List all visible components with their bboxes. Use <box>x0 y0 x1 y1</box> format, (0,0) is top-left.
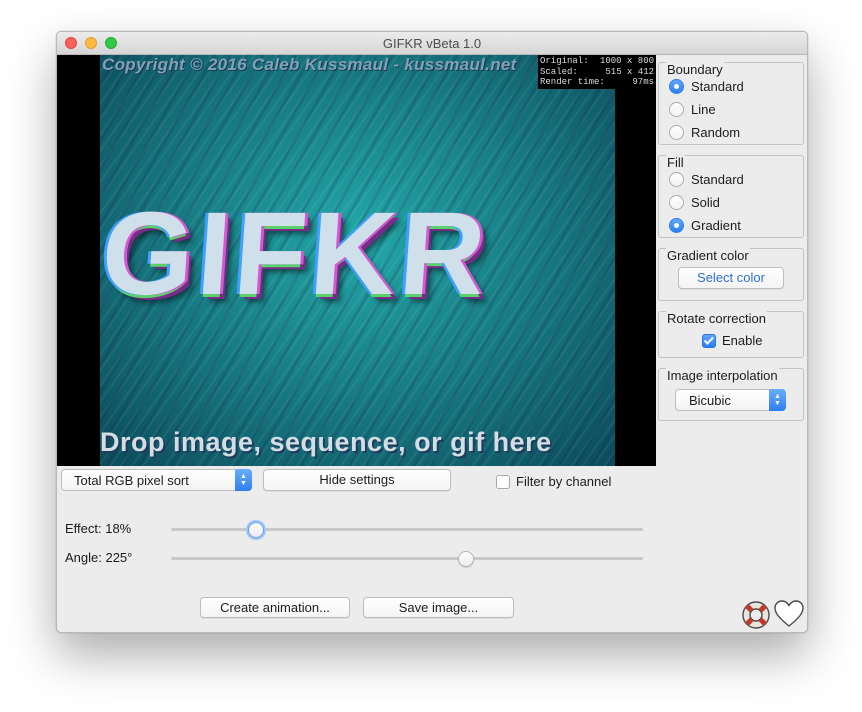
heart-icon[interactable] <box>773 599 805 629</box>
logo-text: GIFKR <box>100 188 494 320</box>
boundary-group: Boundary Standard Line Random <box>658 62 804 145</box>
effect-slider-knob[interactable] <box>247 522 264 538</box>
radio-selected[interactable] <box>669 217 684 233</box>
stat-value: 515 x 412 <box>605 66 654 77</box>
hide-settings-button[interactable]: Hide settings <box>263 469 451 491</box>
stat-value: 97ms <box>632 77 654 87</box>
enable-checkbox-row[interactable]: Enable <box>702 333 762 348</box>
lifebuoy-icon[interactable] <box>740 599 772 631</box>
radio-unselected[interactable] <box>669 124 684 140</box>
filter-by-channel-row[interactable]: Filter by channel <box>496 474 611 489</box>
image-interpolation-group: Image interpolation Bicubic ▲ ▼ <box>658 368 804 421</box>
gradient-color-title: Gradient color <box>666 248 750 263</box>
rotate-correction-title: Rotate correction <box>666 311 767 326</box>
angle-slider-track[interactable] <box>171 557 643 560</box>
interpolation-value: Bicubic <box>689 393 731 408</box>
enable-label: Enable <box>722 333 763 348</box>
interpolation-select[interactable]: Bicubic ▲ ▼ <box>675 389 786 411</box>
stat-value: 1000 x 800 <box>599 56 654 66</box>
algorithm-value: Total RGB pixel sort <box>74 473 189 488</box>
title-bar[interactable]: GIFKR vBeta 1.0 <box>57 32 807 55</box>
fill-title: Fill <box>666 155 685 170</box>
effect-label: Effect: 18% <box>65 521 132 536</box>
save-image-button[interactable]: Save image... <box>363 597 514 618</box>
angle-label: Angle: 225° <box>65 550 133 565</box>
drop-hint-text: Drop image, sequence, or gif here <box>100 427 552 457</box>
image-drop-area[interactable]: Copyright © 2016 Caleb Kussmaul - kussma… <box>57 55 656 466</box>
copyright-text: Copyright © 2016 Caleb Kussmaul - kussma… <box>102 55 517 74</box>
filter-by-channel-label: Filter by channel <box>516 474 612 489</box>
radio-unselected[interactable] <box>669 101 684 117</box>
boundary-option-line[interactable]: Line <box>669 100 716 118</box>
enable-checkbox[interactable] <box>702 333 716 348</box>
fill-option-gradient[interactable]: Gradient <box>669 216 741 234</box>
fill-option-solid[interactable]: Solid <box>669 193 720 211</box>
image-interpolation-title: Image interpolation <box>666 368 779 383</box>
create-animation-button[interactable]: Create animation... <box>200 597 350 618</box>
rotate-correction-group: Rotate correction Enable <box>658 311 804 358</box>
stat-label: Scaled: <box>540 66 578 77</box>
preview-image: Copyright © 2016 Caleb Kussmaul - kussma… <box>100 55 615 466</box>
stat-label: Original: <box>540 56 589 66</box>
chevron-updown-icon[interactable]: ▲ ▼ <box>769 389 786 411</box>
window-title: GIFKR vBeta 1.0 <box>382 36 482 51</box>
render-stats: Original: 1000 x 800 Scaled: 515 x 412 Ren… <box>538 55 656 89</box>
select-color-button[interactable]: Select color <box>678 267 784 289</box>
app-window: GIFKR vBeta 1.0 Copyright © 2016 Caleb K… <box>56 31 808 633</box>
gradient-color-group: Gradient color Select color <box>658 248 804 301</box>
angle-slider-knob[interactable] <box>458 551 474 567</box>
radio-unselected[interactable] <box>669 194 684 210</box>
boundary-title: Boundary <box>666 62 724 77</box>
fill-group: Fill Standard Solid Gradient <box>658 155 804 238</box>
boundary-option-standard[interactable]: Standard <box>669 77 744 95</box>
effect-slider-track[interactable] <box>171 528 643 531</box>
fill-option-standard[interactable]: Standard <box>669 170 744 188</box>
radio-unselected[interactable] <box>669 171 684 187</box>
filter-by-channel-checkbox[interactable] <box>496 474 510 489</box>
chevron-updown-icon[interactable]: ▲ ▼ <box>235 469 252 491</box>
algorithm-select[interactable]: Total RGB pixel sort ▲ ▼ <box>61 469 252 491</box>
boundary-option-random[interactable]: Random <box>669 123 740 141</box>
stat-label: Render time: <box>540 77 605 87</box>
radio-selected[interactable] <box>669 78 684 94</box>
